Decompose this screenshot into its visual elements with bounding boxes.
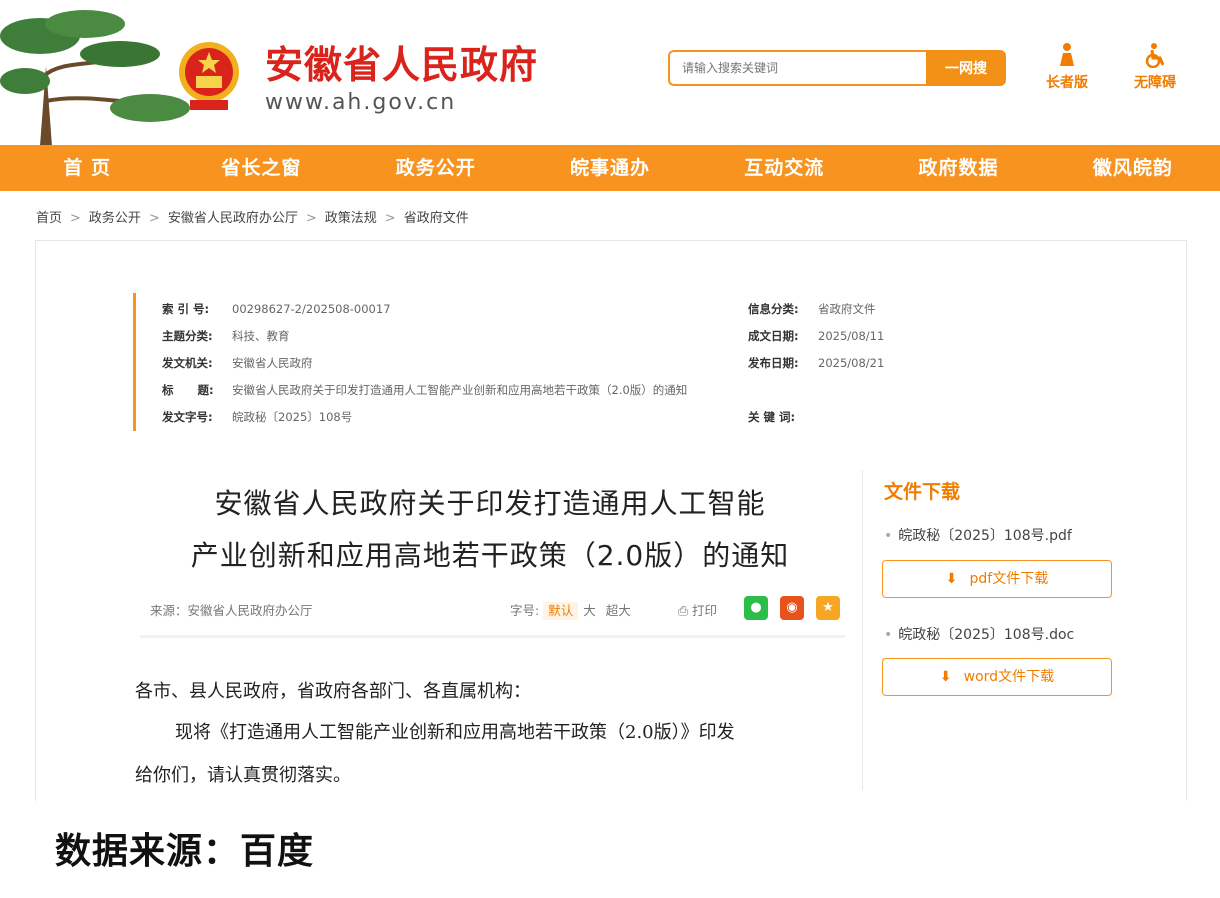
meta-value: 皖政秘〔2025〕108号 [232,410,353,424]
wechat-share-icon[interactable]: ● [744,596,768,620]
article-paragraph: 给你们，请认真贯彻落实。 [135,765,351,786]
font-size-selector: 字号: 默认大超大 [510,600,636,620]
breadcrumb-item[interactable]: 政策法规 [325,211,377,226]
meta-label: 标 题: [162,383,214,397]
pine-tree-logo [0,10,190,146]
accessibility-label: 无障碍 [1134,75,1176,91]
document-metadata: 索 引 号: 00298627-2/202508-00017 信息分类: 省政府文件… [133,293,1136,431]
chevron-right-icon: > [148,211,160,226]
elder-mode-button[interactable]: 长者版 [1046,42,1088,92]
font-size-large[interactable]: 大 [578,602,601,620]
font-size-default[interactable]: 默认 [543,602,579,620]
meta-value: 省政府文件 [818,302,876,316]
file-name: • 皖政秘〔2025〕108号.pdf [884,525,1072,545]
article-toolbar: 来源：安徽省人民政府办公厅 字号: 默认大超大 ⎙ 打印 ● ◉ ★ [140,596,845,622]
printer-icon: ⎙ [678,603,689,618]
chevron-right-icon: > [305,211,317,226]
search-button[interactable]: 一网搜 [926,50,1006,86]
nav-item-data[interactable]: 政府数据 [871,145,1045,191]
meta-created-date: 成文日期: 2025/08/11 [748,328,884,344]
file-name-text: 皖政秘〔2025〕108号.pdf [898,528,1072,544]
meta-value: 科技、教育 [232,329,290,343]
meta-label: 发文机关: [162,356,213,370]
font-size-label: 字号: [510,603,540,618]
national-emblem-icon [179,42,239,110]
meta-issuer: 发文机关: 安徽省人民政府 [162,355,313,371]
font-size-xlarge[interactable]: 超大 [601,602,636,620]
site-header: 安徽省人民政府 www.ah.gov.cn 一网搜 长者版 无障碍 [0,0,1220,146]
meta-label: 信息分类: [748,302,799,316]
search-input[interactable] [668,50,926,86]
favorite-star-icon[interactable]: ★ [816,596,840,620]
print-button[interactable]: ⎙ 打印 [678,600,717,619]
weibo-share-icon[interactable]: ◉ [780,596,804,620]
elder-mode-label: 长者版 [1046,75,1088,91]
meta-value: 安徽省人民政府 [232,356,313,370]
meta-keywords: 关 键 词: [748,409,818,425]
file-name-text: 皖政秘〔2025〕108号.doc [898,627,1075,643]
breadcrumb-item[interactable]: 首页 [36,211,62,226]
meta-doc-no: 发文字号: 皖政秘〔2025〕108号 [162,409,352,425]
file-name: • 皖政秘〔2025〕108号.doc [884,624,1074,644]
column-divider [862,470,863,790]
site-title[interactable]: 安徽省人民政府 [265,43,538,87]
breadcrumb-item[interactable]: 省政府文件 [404,211,469,226]
bullet-icon: • [884,627,893,643]
meta-value: 2025/08/11 [818,329,885,343]
download-icon: ⬇ [939,669,952,685]
meta-value: 00298627-2/202508-00017 [232,302,391,316]
article-source: 来源：安徽省人民政府办公厅 [150,603,313,618]
meta-value: 2025/08/21 [818,356,885,370]
meta-label: 成文日期: [748,329,799,343]
nav-item-gov-affairs[interactable]: 政务公开 [349,145,523,191]
nav-item-interaction[interactable]: 互动交流 [697,145,871,191]
meta-topic: 主题分类: 科技、教育 [162,328,290,344]
nav-item-governor[interactable]: 省长之窗 [174,145,348,191]
article-title: 安徽省人民政府关于印发打造通用人工智能 产业创新和应用高地若干政策（2.0版）的… [140,478,840,582]
elder-icon [1060,43,1074,66]
main-nav: 首 页 省长之窗 政务公开 皖事通办 互动交流 政府数据 徽风皖韵 [0,145,1220,191]
breadcrumb: 首页 > 政务公开 > 安徽省人民政府办公厅 > 政策法规 > 省政府文件 [36,207,469,226]
pdf-download-button[interactable]: ⬇ pdf文件下载 [882,560,1112,598]
accessibility-button[interactable]: 无障碍 [1134,42,1176,92]
meta-label: 主题分类: [162,329,213,343]
pdf-download-label: pdf文件下载 [969,571,1049,587]
wheelchair-icon [1145,43,1165,68]
meta-label: 发文字号: [162,410,213,424]
breadcrumb-item[interactable]: 安徽省人民政府办公厅 [168,211,298,226]
data-source-caption: 数据来源：百度 [55,831,315,872]
meta-info-category: 信息分类: 省政府文件 [748,301,876,317]
article-title-line: 产业创新和应用高地若干政策（2.0版）的通知 [190,539,790,572]
downloads-title: 文件下载 [884,481,961,503]
chevron-right-icon: > [70,211,81,226]
print-label: 打印 [692,603,718,618]
word-download-label: word文件下载 [963,669,1055,685]
chevron-right-icon: > [384,211,396,226]
breadcrumb-item[interactable]: 政务公开 [89,211,141,226]
article-paragraph: 现将《打造通用人工智能产业创新和应用高地若干政策（2.0版）》印发 [175,722,735,743]
nav-item-services[interactable]: 皖事通办 [523,145,697,191]
bullet-icon: • [884,528,893,544]
meta-value: 安徽省人民政府关于印发打造通用人工智能产业创新和应用高地若干政策（2.0版）的通… [232,383,688,397]
article-title-line: 安徽省人民政府关于印发打造通用人工智能 [214,487,766,520]
meta-label: 发布日期: [748,356,799,370]
word-download-button[interactable]: ⬇ word文件下载 [882,658,1112,696]
meta-publish-date: 发布日期: 2025/08/21 [748,355,884,371]
download-icon: ⬇ [945,571,958,587]
meta-index-no: 索 引 号: 00298627-2/202508-00017 [162,301,391,317]
nav-item-culture[interactable]: 徽风皖韵 [1046,145,1220,191]
meta-title: 标 题: 安徽省人民政府关于印发打造通用人工智能产业创新和应用高地若干政策（2.0… [162,382,687,398]
article-paragraph: 各市、县人民政府，省政府各部门、各直属机构： [135,681,531,702]
meta-label: 关 键 词: [748,410,796,424]
nav-item-home[interactable]: 首 页 [0,145,174,191]
site-url: www.ah.gov.cn [265,90,457,115]
divider [140,635,845,638]
meta-label: 索 引 号: [162,302,210,316]
